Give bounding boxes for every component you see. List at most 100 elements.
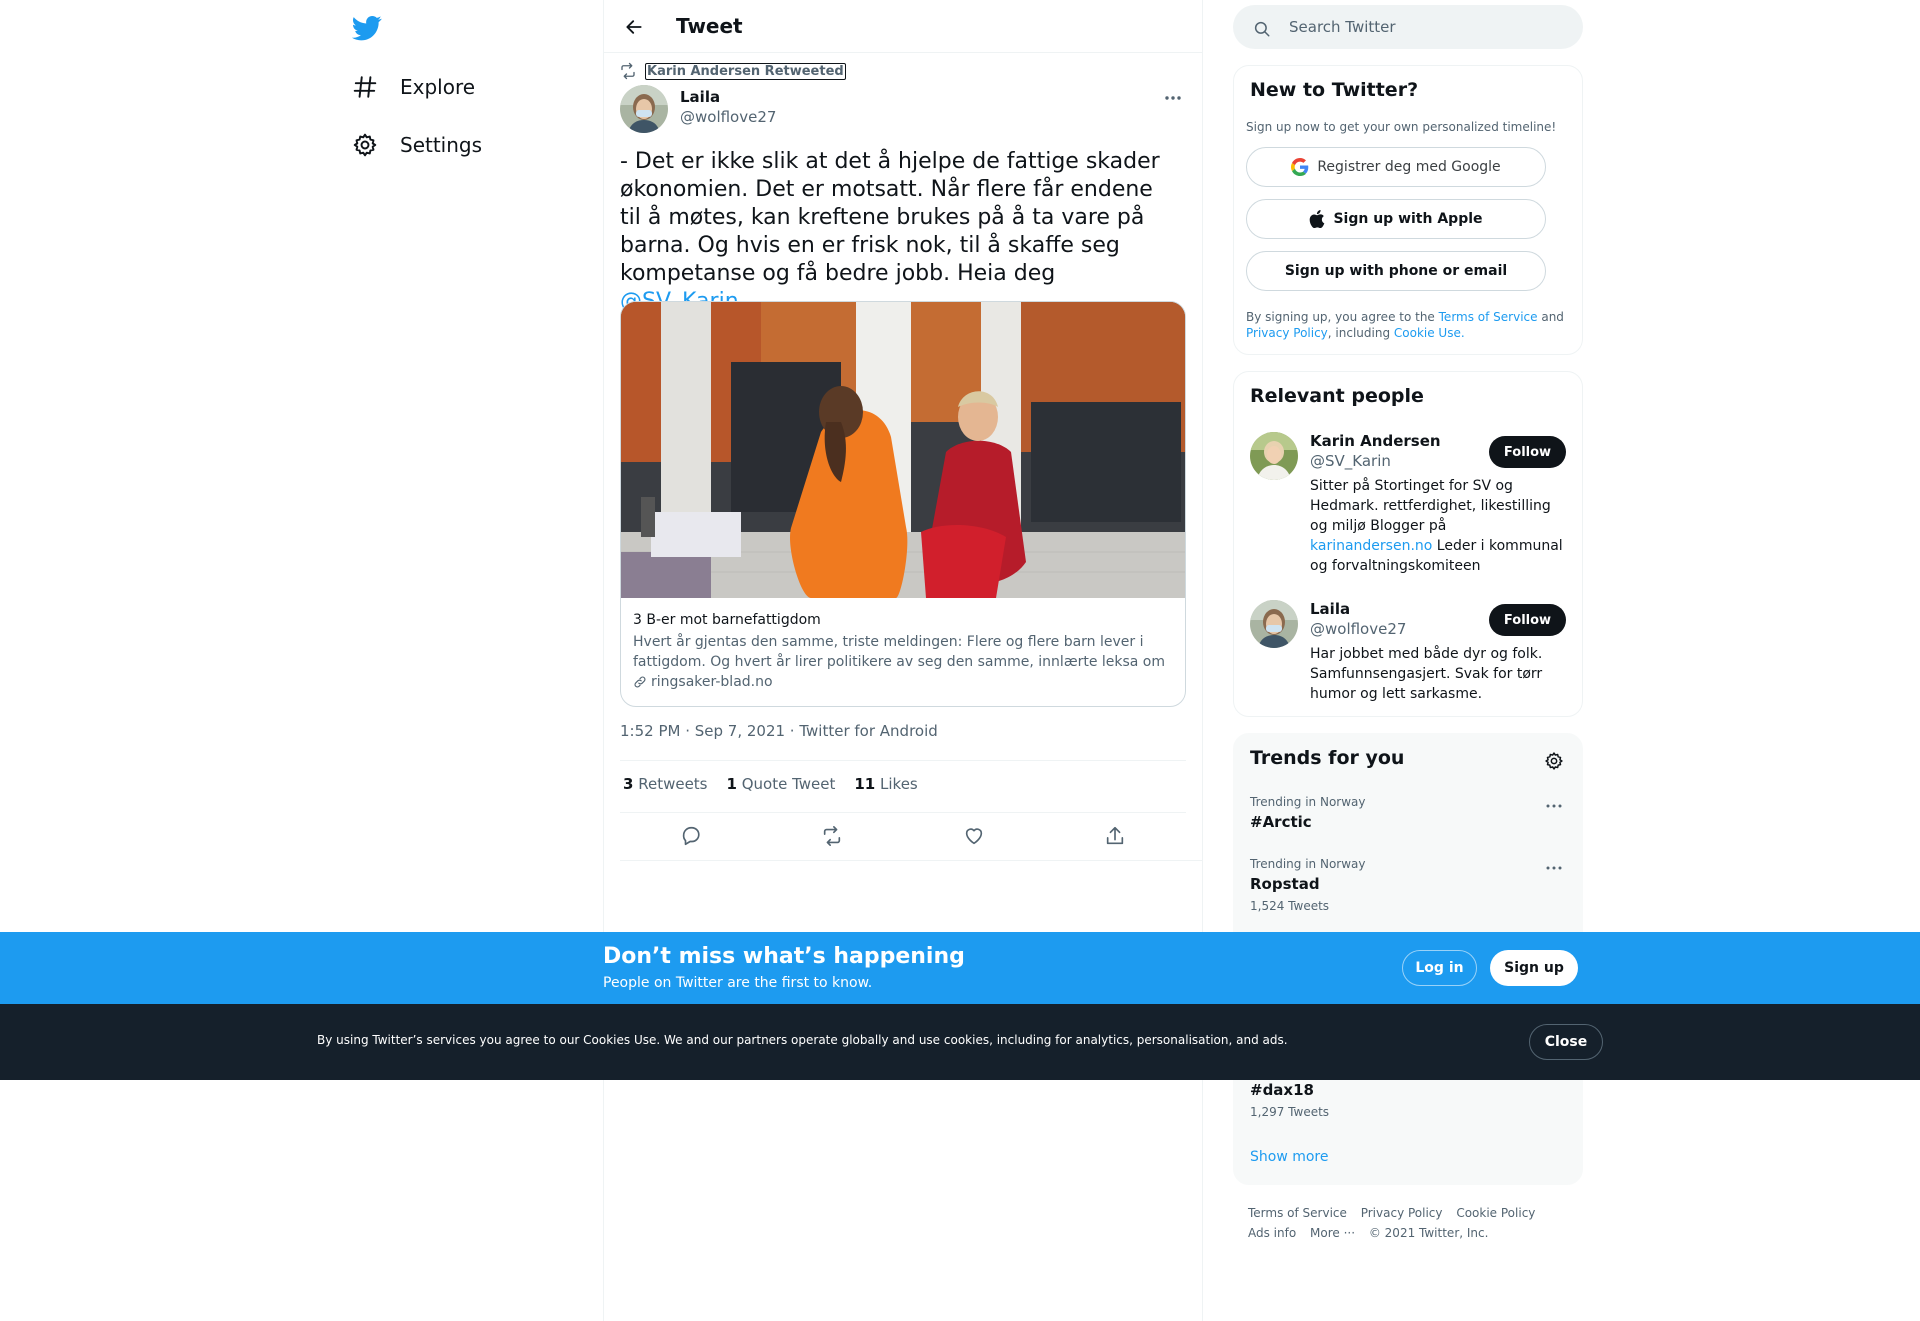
- gear-icon: [350, 130, 380, 160]
- legal-text-3: , including: [1327, 326, 1394, 340]
- more-options-icon[interactable]: [1161, 88, 1185, 108]
- trends-title: Trends for you: [1250, 747, 1405, 769]
- person-bio: Sitter på Stortinget for SV og Hedmark. …: [1310, 476, 1565, 576]
- tweet-stats: 3 Retweets 1 Quote Tweet 11 Likes: [623, 775, 918, 793]
- quotes-count: 1: [726, 775, 737, 793]
- main-column: Tweet Karin Andersen Retweeted Laila @wo…: [603, 0, 1203, 1321]
- nav-explore[interactable]: Explore: [350, 67, 475, 107]
- retweet-context: Karin Andersen Retweeted: [619, 62, 846, 80]
- signup-legal-text: By signing up, you agree to the Terms of…: [1246, 309, 1566, 341]
- google-signup-button[interactable]: Registrer deg med Google: [1246, 147, 1546, 187]
- show-more-link[interactable]: Show more: [1250, 1149, 1329, 1165]
- apple-signup-button[interactable]: Sign up with Apple: [1246, 199, 1546, 239]
- legal-text-2: and: [1537, 310, 1564, 324]
- phone-email-signup-label: Sign up with phone or email: [1284, 263, 1508, 279]
- likes-count: 11: [854, 775, 876, 793]
- signup-banner-subtitle: People on Twitter are the first to know.: [603, 975, 873, 991]
- person-name[interactable]: Karin Andersen: [1310, 432, 1441, 450]
- likes-label: Likes: [880, 775, 918, 793]
- footer-cookie-link[interactable]: Cookie Policy: [1456, 1206, 1535, 1220]
- footer-privacy-link[interactable]: Privacy Policy: [1361, 1206, 1443, 1220]
- more-options-icon[interactable]: [1542, 798, 1566, 814]
- trend-name[interactable]: #dax18: [1250, 1081, 1314, 1099]
- signup-banner: Don’t miss what’s happening People on Tw…: [0, 932, 1920, 1004]
- share-icon[interactable]: [1102, 823, 1128, 849]
- relevant-people-title: Relevant people: [1250, 385, 1424, 407]
- signup-banner-title: Don’t miss what’s happening: [603, 944, 965, 969]
- author-handle[interactable]: @wolflove27: [680, 108, 776, 126]
- footer-copyright: © 2021 Twitter, Inc.: [1368, 1226, 1489, 1240]
- relevant-people-panel: Relevant people Karin Andersen @SV_Karin…: [1233, 371, 1583, 717]
- cookie-notice-text: By using Twitter’s services you agree to…: [317, 1033, 1288, 1047]
- footer-ads-info-link[interactable]: Ads info: [1248, 1226, 1296, 1240]
- legal-text-1: By signing up, you agree to the: [1246, 310, 1439, 324]
- person-name[interactable]: Laila: [1310, 600, 1350, 618]
- retweet-action-icon[interactable]: [819, 823, 845, 849]
- trend-name[interactable]: Ropstad: [1250, 875, 1320, 893]
- new-to-twitter-title: New to Twitter?: [1250, 79, 1419, 101]
- card-domain: ringsaker-blad.no: [633, 674, 1173, 690]
- trend-name[interactable]: #Arctic: [1250, 813, 1312, 831]
- avatar[interactable]: [1250, 600, 1298, 648]
- likes-stat[interactable]: 11 Likes: [854, 775, 917, 793]
- card-title: 3 B-er mot barnefattigdom: [633, 612, 821, 628]
- gear-icon[interactable]: [1542, 750, 1566, 772]
- person-handle[interactable]: @SV_Karin: [1310, 452, 1391, 470]
- quotes-label: Quote Tweet: [741, 775, 836, 793]
- reply-icon[interactable]: [678, 823, 704, 849]
- retweets-stat[interactable]: 3 Retweets: [623, 775, 708, 793]
- search-icon: [1253, 20, 1271, 38]
- trend-category: Trending in Norway: [1250, 795, 1366, 809]
- privacy-policy-link[interactable]: Privacy Policy: [1246, 326, 1328, 340]
- google-signup-label: Registrer deg med Google: [1317, 159, 1501, 175]
- divider: [620, 860, 1202, 861]
- nav-settings[interactable]: Settings: [350, 125, 482, 165]
- retweets-label: Retweets: [638, 775, 708, 793]
- phone-email-signup-button[interactable]: Sign up with phone or email: [1246, 251, 1546, 291]
- footer-more-link[interactable]: More ···: [1310, 1226, 1355, 1240]
- like-heart-icon[interactable]: [961, 823, 987, 849]
- trend-category: Trending in Norway: [1250, 857, 1366, 871]
- link-icon: [633, 675, 647, 689]
- bio-website-link[interactable]: karinandersen.no: [1310, 538, 1432, 554]
- divider: [620, 760, 1186, 761]
- person-handle[interactable]: @wolflove27: [1310, 620, 1406, 638]
- more-options-icon[interactable]: [1542, 860, 1566, 876]
- follow-button[interactable]: Follow: [1489, 604, 1566, 636]
- tweet-text-body: - Det er ikke slik at det å hjelpe de fa…: [620, 149, 1160, 286]
- search-input[interactable]: [1289, 17, 1569, 37]
- cookie-use-link[interactable]: Cookie Use.: [1394, 326, 1465, 340]
- apple-signup-label: Sign up with Apple: [1333, 211, 1483, 227]
- login-button[interactable]: Log in: [1402, 950, 1477, 986]
- retweeted-by-link[interactable]: Karin Andersen Retweeted: [645, 62, 846, 80]
- twitter-bird-icon[interactable]: [352, 13, 386, 47]
- card-description: Hvert år gjentas den samme, triste meldi…: [633, 634, 1166, 670]
- nav-settings-label: Settings: [400, 133, 483, 157]
- signup-button[interactable]: Sign up: [1490, 950, 1578, 986]
- avatar[interactable]: [1250, 432, 1298, 480]
- nav-explore-label: Explore: [400, 75, 476, 99]
- footer-terms-link[interactable]: Terms of Service: [1248, 1206, 1347, 1220]
- author-name[interactable]: Laila: [680, 88, 720, 106]
- link-card[interactable]: 3 B-er mot barnefattigdom Hvert år gjent…: [620, 301, 1186, 707]
- author-avatar[interactable]: [620, 85, 668, 133]
- tweet-timestamp[interactable]: 1:52 PM · Sep 7, 2021 · Twitter for Andr…: [620, 722, 938, 740]
- search-bar[interactable]: [1233, 5, 1583, 49]
- person-bio: Har jobbet med både dyr og folk. Samfunn…: [1310, 646, 1543, 702]
- terms-of-service-link[interactable]: Terms of Service: [1439, 310, 1538, 324]
- quote-tweets-stat[interactable]: 1 Quote Tweet: [727, 775, 836, 793]
- new-to-twitter-subtitle: Sign up now to get your own personalized…: [1246, 120, 1557, 134]
- person-bio-text: Sitter på Stortinget for SV og Hedmark. …: [1310, 478, 1551, 534]
- apple-logo-icon: [1309, 210, 1325, 228]
- trend-count: 1,524 Tweets: [1250, 899, 1330, 913]
- cookie-banner: By using Twitter’s services you agree to…: [0, 1004, 1920, 1080]
- divider: [620, 812, 1186, 813]
- trend-count: 1,297 Tweets: [1250, 1105, 1330, 1119]
- back-arrow-icon[interactable]: [621, 14, 647, 40]
- card-body: 3 B-er mot barnefattigdom Hvert år gjent…: [633, 610, 1173, 690]
- tweet-text: - Det er ikke slik at det å hjelpe de fa…: [620, 148, 1180, 316]
- follow-button[interactable]: Follow: [1489, 436, 1566, 468]
- google-logo-icon: [1291, 158, 1309, 176]
- close-button[interactable]: Close: [1529, 1024, 1603, 1060]
- tweet-header: Tweet: [604, 0, 1202, 53]
